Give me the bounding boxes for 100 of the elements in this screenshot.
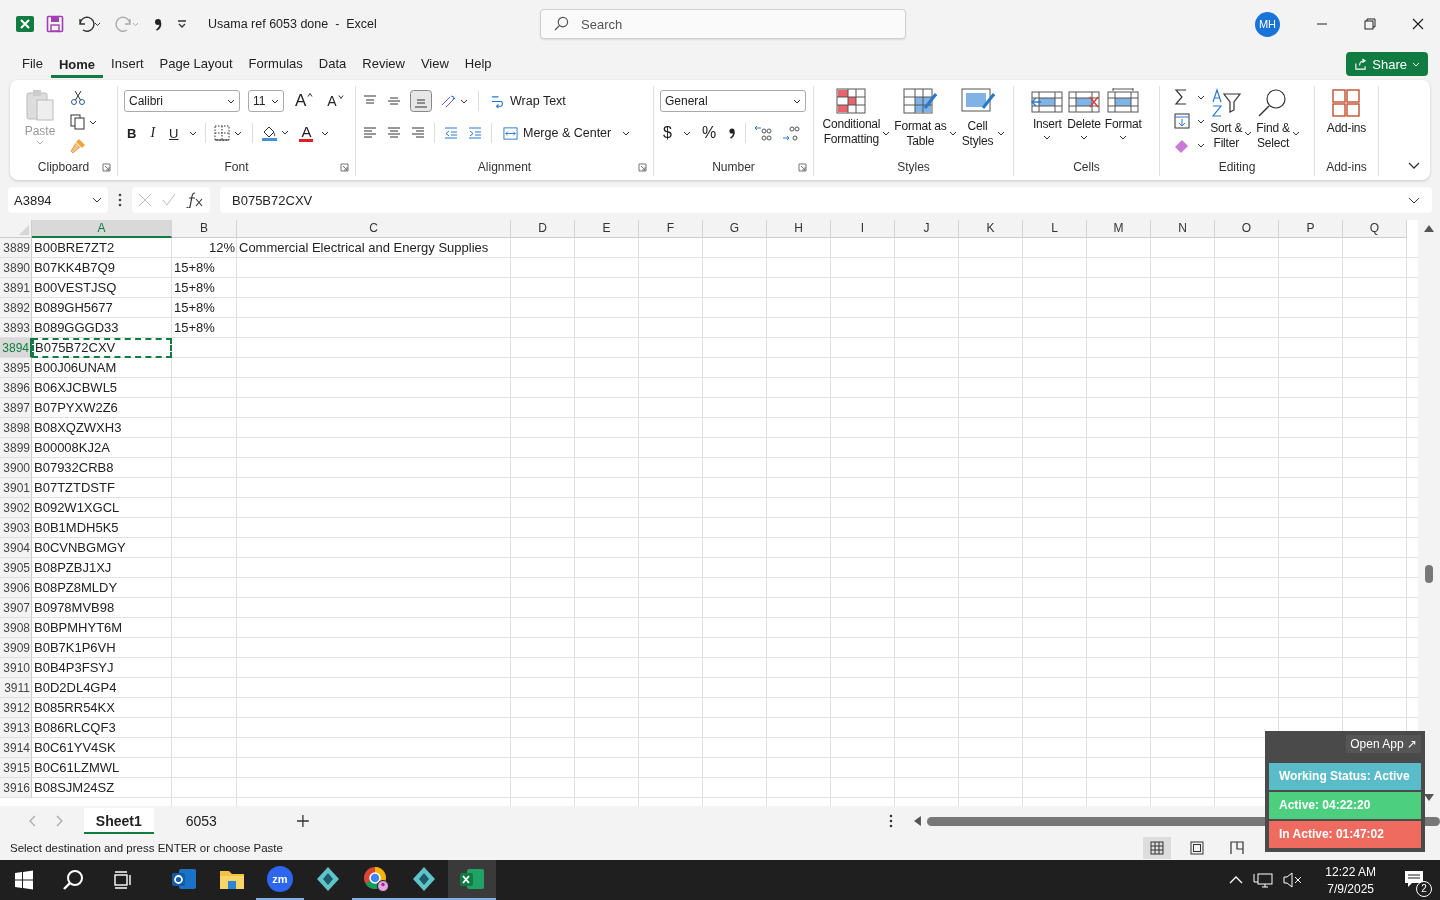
muted-speaker-icon[interactable] bbox=[1283, 872, 1304, 888]
comma-style-icon[interactable] bbox=[727, 125, 738, 141]
font-color-button[interactable]: A bbox=[299, 124, 314, 142]
row-header[interactable]: 3893 bbox=[0, 318, 32, 338]
align-center-icon[interactable] bbox=[386, 125, 402, 141]
row-header[interactable]: 3890 bbox=[0, 258, 32, 278]
table-cell[interactable]: B0B1MDH5K5 bbox=[32, 518, 172, 538]
scroll-down-icon[interactable] bbox=[1424, 794, 1434, 802]
row-header[interactable]: 3899 bbox=[0, 438, 32, 458]
clock-date[interactable]: 7/9/2025 bbox=[1327, 881, 1374, 896]
ribbon-tab[interactable]: Review bbox=[354, 50, 413, 78]
column-header[interactable]: L bbox=[1023, 220, 1087, 238]
row-header[interactable]: 3911 bbox=[0, 678, 32, 698]
table-cell[interactable]: B0C61YV4SK bbox=[32, 738, 172, 758]
taskbar-button[interactable] bbox=[448, 860, 496, 900]
ribbon-tab[interactable]: Page Layout bbox=[151, 50, 241, 78]
table-cell[interactable]: B00VESTJSQ bbox=[32, 278, 172, 298]
column-header[interactable]: M bbox=[1087, 220, 1151, 238]
taskbar-button[interactable]: zm bbox=[256, 860, 304, 900]
font-name-field[interactable]: Calibri bbox=[124, 90, 240, 112]
table-cell[interactable]: B0D2DL4GP4 bbox=[32, 678, 172, 698]
row-header[interactable]: 3897 bbox=[0, 398, 32, 418]
table-cell[interactable]: 15+8% bbox=[172, 318, 237, 338]
column-header[interactable]: D bbox=[511, 220, 575, 238]
table-cell[interactable]: 15+8% bbox=[172, 278, 237, 298]
insert-function-icon[interactable] bbox=[186, 192, 204, 208]
table-cell[interactable]: B00BRE7ZT2 bbox=[32, 238, 172, 258]
sheet-tab[interactable]: Sheet1 bbox=[83, 808, 154, 834]
row-header[interactable]: 3906 bbox=[0, 578, 32, 598]
table-cell[interactable]: B08PZ8MLDY bbox=[32, 578, 172, 598]
dialog-launcher-icon[interactable] bbox=[638, 163, 647, 172]
ribbon-tab[interactable]: Insert bbox=[103, 50, 152, 78]
open-app-link[interactable]: Open App ↗ bbox=[1346, 735, 1421, 753]
windows-start-icon[interactable] bbox=[14, 870, 34, 890]
row-header[interactable]: 3909 bbox=[0, 638, 32, 658]
table-cell[interactable]: B089GH5677 bbox=[32, 298, 172, 318]
cell-styles-button[interactable]: Cell Styles bbox=[959, 86, 1006, 158]
column-header[interactable]: G bbox=[703, 220, 767, 238]
column-header[interactable]: C bbox=[237, 220, 511, 238]
row-header[interactable]: 3913 bbox=[0, 718, 32, 738]
row-header[interactable]: 3900 bbox=[0, 458, 32, 478]
row-header[interactable]: 3889 bbox=[0, 238, 32, 258]
copy-icon[interactable] bbox=[70, 114, 98, 130]
table-cell[interactable]: B08SJM24SZ bbox=[32, 778, 172, 798]
more-options-icon[interactable] bbox=[118, 193, 122, 207]
italic-button[interactable]: I bbox=[147, 125, 159, 141]
column-header[interactable]: O bbox=[1215, 220, 1279, 238]
row-header[interactable]: 3908 bbox=[0, 618, 32, 638]
dialog-launcher-icon[interactable] bbox=[102, 163, 111, 172]
close-icon[interactable] bbox=[1412, 18, 1424, 30]
table-cell[interactable]: B0B7K1P6VH bbox=[32, 638, 172, 658]
currency-button[interactable]: $ bbox=[660, 124, 675, 142]
caret-icon[interactable] bbox=[622, 130, 631, 136]
task-view-icon[interactable] bbox=[112, 870, 132, 890]
cut-icon[interactable] bbox=[70, 90, 86, 106]
column-header[interactable]: B bbox=[172, 220, 237, 238]
align-right-icon[interactable] bbox=[410, 125, 426, 141]
sort-filter-button[interactable]: Sort & Filter bbox=[1209, 86, 1254, 158]
ribbon-tab[interactable]: Help bbox=[456, 50, 500, 78]
insert-cells-button[interactable]: Insert bbox=[1030, 86, 1065, 158]
account-avatar[interactable]: MH bbox=[1255, 11, 1280, 37]
align-left-icon[interactable] bbox=[362, 125, 378, 141]
table-cell[interactable]: B075B72CXV bbox=[32, 338, 172, 358]
dialog-launcher-icon[interactable] bbox=[798, 163, 807, 172]
column-header[interactable]: Q bbox=[1343, 220, 1407, 238]
orientation-icon[interactable] bbox=[440, 93, 470, 109]
table-cell[interactable]: B092W1XGCL bbox=[32, 498, 172, 518]
ribbon-tab[interactable]: File bbox=[14, 50, 51, 78]
table-cell[interactable]: B0978MVB98 bbox=[32, 598, 172, 618]
caret-icon[interactable] bbox=[189, 130, 198, 136]
row-header[interactable]: 3910 bbox=[0, 658, 32, 678]
dialog-launcher-icon[interactable] bbox=[340, 163, 349, 172]
bottom-align-icon[interactable] bbox=[410, 90, 432, 112]
table-cell[interactable]: B07KK4B7Q9 bbox=[32, 258, 172, 278]
row-header[interactable]: 3907 bbox=[0, 598, 32, 618]
chevron-up-icon[interactable] bbox=[1229, 876, 1244, 884]
row-header[interactable]: 3895 bbox=[0, 358, 32, 378]
column-header[interactable]: F bbox=[639, 220, 703, 238]
decrease-decimal-icon[interactable] bbox=[782, 124, 803, 142]
sheet-tab[interactable]: 6053 bbox=[173, 808, 229, 834]
row-header[interactable]: 3914 bbox=[0, 738, 32, 758]
customize-caret-icon[interactable] bbox=[176, 18, 188, 30]
bold-button[interactable]: B bbox=[124, 125, 140, 141]
row-header[interactable]: 3916 bbox=[0, 778, 32, 798]
percent-button[interactable]: % bbox=[698, 124, 720, 142]
increase-font-size-button[interactable]: A bbox=[292, 91, 317, 111]
table-cell[interactable]: B00008KJ2A bbox=[32, 438, 172, 458]
table-cell[interactable]: B0B4P3FSYJ bbox=[32, 658, 172, 678]
scrollbar-thumb[interactable] bbox=[1425, 565, 1433, 583]
format-cells-button[interactable]: Format bbox=[1103, 86, 1143, 158]
formula-field[interactable]: B075B72CXV bbox=[220, 187, 1432, 213]
row-header[interactable]: 3894 bbox=[0, 338, 32, 358]
network-icon[interactable] bbox=[1253, 872, 1274, 888]
row-header[interactable]: 3892 bbox=[0, 298, 32, 318]
add-ins-button[interactable]: Add-ins bbox=[1325, 86, 1368, 158]
table-cell[interactable]: 15+8% bbox=[172, 258, 237, 278]
row-header[interactable]: 3902 bbox=[0, 498, 32, 518]
delete-cells-button[interactable]: Delete bbox=[1066, 86, 1102, 158]
ribbon-tab[interactable]: View bbox=[412, 50, 457, 78]
column-header[interactable]: A bbox=[32, 220, 172, 238]
